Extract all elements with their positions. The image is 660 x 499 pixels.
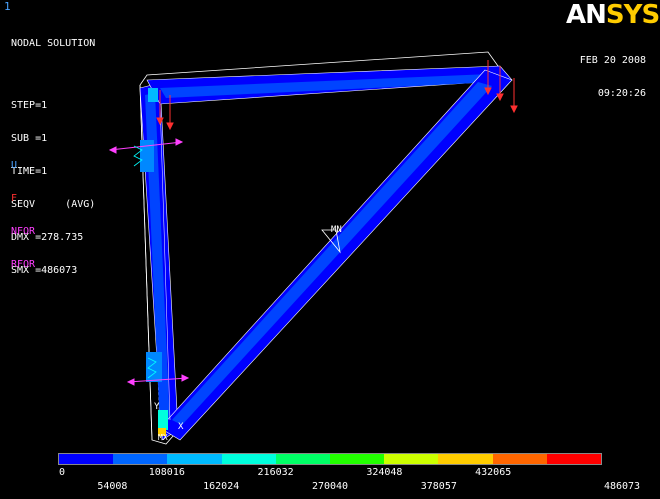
contour-band-2 <box>167 454 222 464</box>
contour-band-0 <box>59 454 114 464</box>
max-marker: MX <box>158 433 168 442</box>
stress-spot-top-left <box>148 88 158 102</box>
contour-band-9 <box>546 454 602 464</box>
svg-text:MN: MN <box>331 225 342 235</box>
scale-label-upper-2: 216032 <box>257 467 294 478</box>
stress-spot-bottom-corner <box>158 410 168 430</box>
diagonal-member-inner <box>172 82 492 425</box>
scale-label-lower-1: 162024 <box>203 481 240 492</box>
contour-color-bar <box>58 453 602 465</box>
scale-label-upper-1: 108016 <box>148 467 185 478</box>
scale-label-upper-4: 432065 <box>475 467 512 478</box>
scale-label-lower-3: 378057 <box>420 481 457 492</box>
contour-band-7 <box>438 454 493 464</box>
scale-label-upper-0: 0 <box>58 467 66 478</box>
scale-label-upper-3: 324048 <box>366 467 403 478</box>
truss-structure <box>139 65 513 441</box>
contour-band-1 <box>113 454 168 464</box>
scale-label-lower-4: 486073 <box>603 481 641 492</box>
contour-band-6 <box>384 454 439 464</box>
model-viewport[interactable]: MN Y X MX <box>0 0 660 450</box>
scale-label-lower-2: 270040 <box>311 481 349 492</box>
stress-spot-upper-support <box>140 140 154 172</box>
contour-band-5 <box>330 454 385 464</box>
scale-label-lower-0: 54008 <box>97 481 128 492</box>
contour-band-3 <box>221 454 276 464</box>
undeformed-outline <box>139 51 499 445</box>
axis-y-label: Y <box>154 402 160 412</box>
contour-band-4 <box>275 454 331 464</box>
axis-x-label: X <box>178 422 184 432</box>
contour-band-8 <box>492 454 547 464</box>
